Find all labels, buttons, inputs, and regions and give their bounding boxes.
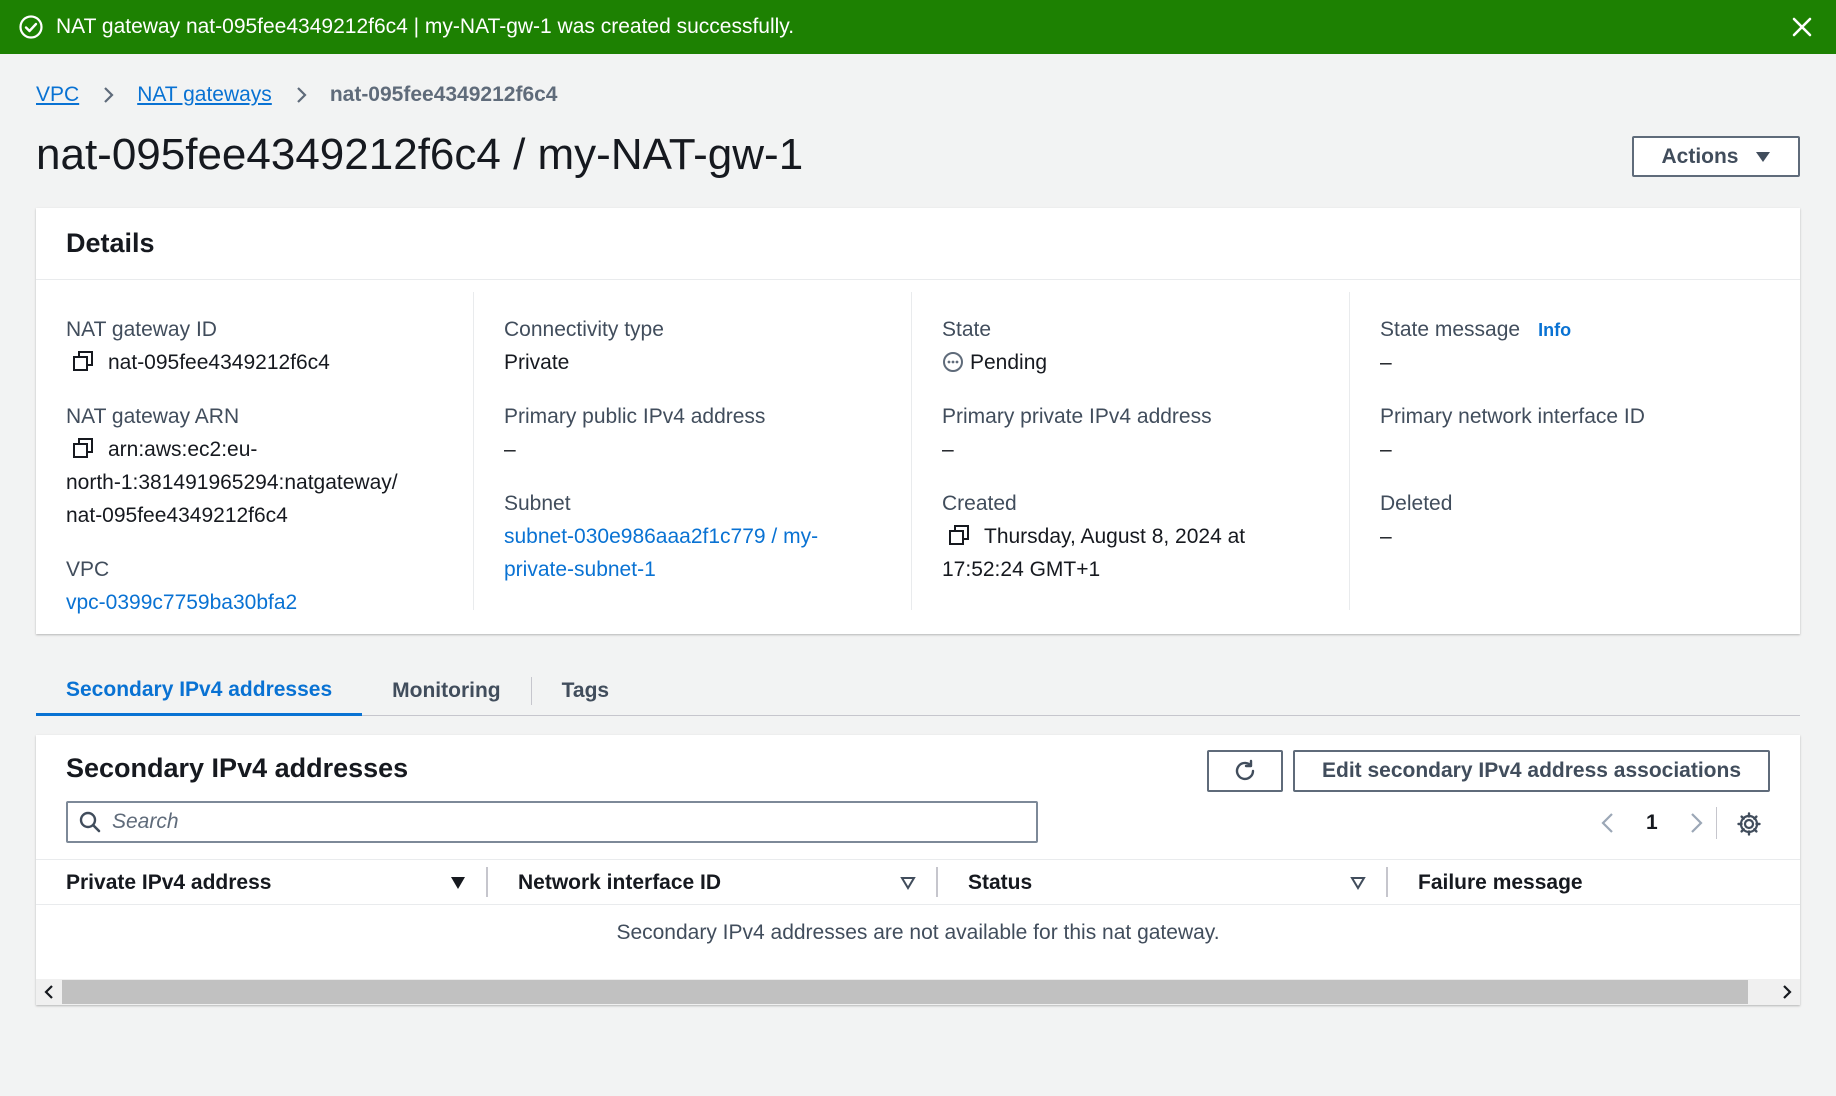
state-message-value: – <box>1380 351 1392 374</box>
state-message-label: State message <box>1380 318 1521 341</box>
success-flash-banner: NAT gateway nat-095fee4349212f6c4 | my-N… <box>0 0 1836 54</box>
details-panel: Details NAT gateway ID nat-095fee4349212… <box>36 208 1800 634</box>
breadcrumb: VPC NAT gateways nat-095fee4349212f6c4 <box>36 80 557 110</box>
tab-secondary-ipv4[interactable]: Secondary IPv4 addresses <box>36 666 363 716</box>
copy-icon[interactable] <box>948 524 970 546</box>
tab-tags[interactable]: Tags <box>532 666 639 716</box>
scroll-left-icon[interactable] <box>36 979 62 1005</box>
column-header-status[interactable]: Status <box>938 860 1386 906</box>
empty-table-message: Secondary IPv4 addresses are not availab… <box>616 921 1220 944</box>
chevron-left-icon[interactable] <box>1596 811 1620 835</box>
state-value: Pending <box>970 351 1048 374</box>
column-header-failure-message[interactable]: Failure message <box>1388 860 1798 906</box>
gear-icon[interactable] <box>1736 811 1762 837</box>
chevron-right-icon[interactable] <box>1684 811 1708 835</box>
refresh-icon <box>1232 758 1258 784</box>
breadcrumb-nat-gateways-link[interactable]: NAT gateways <box>137 83 272 107</box>
refresh-button[interactable] <box>1207 750 1283 792</box>
subnet-link-line1[interactable]: subnet-030e986aaa2f1c779 / my- <box>504 520 881 553</box>
pager-divider <box>1716 807 1717 839</box>
search-field[interactable] <box>66 801 1038 843</box>
search-input[interactable] <box>112 810 1012 834</box>
details-title: Details <box>36 208 1800 280</box>
actions-dropdown-button[interactable]: Actions <box>1632 136 1800 177</box>
details-column-2: Connectivity type Private Primary public… <box>474 292 912 610</box>
subnet-label: Subnet <box>504 492 571 515</box>
column-header-network-interface-id[interactable]: Network interface ID <box>488 860 936 906</box>
tab-monitoring[interactable]: Monitoring <box>362 666 530 716</box>
pagination: 1 <box>1596 805 1708 841</box>
connectivity-type-value: Private <box>504 351 570 374</box>
chevron-right-icon <box>292 86 310 104</box>
details-column-1: NAT gateway ID nat-095fee4349212f6c4 NAT… <box>36 292 474 614</box>
details-column-3: State Pending Primary private IPv4 addre… <box>912 292 1350 610</box>
secondary-ipv4-title: Secondary IPv4 addresses <box>66 753 409 783</box>
column-label: Network interface ID <box>518 871 722 894</box>
scroll-right-icon[interactable] <box>1774 979 1800 1005</box>
primary-private-ipv4-value: – <box>942 438 954 461</box>
edit-secondary-ipv4-button[interactable]: Edit secondary IPv4 address associations <box>1293 750 1770 792</box>
page-title: nat-095fee4349212f6c4 / my-NAT-gw-1 <box>36 130 804 179</box>
vpc-link[interactable]: vpc-0399c7759ba30bfa2 <box>66 586 443 619</box>
search-icon <box>78 810 102 834</box>
primary-public-ipv4-value: – <box>504 438 516 461</box>
primary-eni-label: Primary network interface ID <box>1380 405 1645 428</box>
actions-label: Actions <box>1661 144 1739 168</box>
page-number[interactable]: 1 <box>1646 811 1658 835</box>
nat-gateway-arn-value-line1: arn:aws:ec2:eu- <box>108 438 258 461</box>
state-label: State <box>942 318 992 341</box>
nat-gateway-arn-value-line2: north-1:381491965294:natgateway/ <box>66 471 398 494</box>
flash-message: NAT gateway nat-095fee4349212f6c4 | my-N… <box>56 15 795 38</box>
pending-status-icon <box>942 351 964 373</box>
vpc-label: VPC <box>66 558 110 581</box>
column-header-private-ipv4[interactable]: Private IPv4 address <box>36 860 486 906</box>
column-label: Private IPv4 address <box>66 871 272 894</box>
secondary-ipv4-panel: Secondary IPv4 addresses Edit secondary … <box>36 735 1800 1005</box>
breadcrumb-vpc-link[interactable]: VPC <box>36 83 79 107</box>
primary-eni-value: – <box>1380 438 1392 461</box>
tab-bar: Secondary IPv4 addresses Monitoring Tags <box>36 666 1800 716</box>
deleted-label: Deleted <box>1380 492 1453 515</box>
nat-gateway-arn-value-line3: nat-095fee4349212f6c4 <box>66 504 288 527</box>
column-label: Failure message <box>1418 871 1583 894</box>
copy-icon[interactable] <box>72 437 94 459</box>
caret-down-icon <box>1755 151 1771 163</box>
created-value-line1: Thursday, August 8, 2024 at <box>984 525 1246 548</box>
horizontal-scrollbar[interactable] <box>36 979 1800 1005</box>
primary-public-ipv4-label: Primary public IPv4 address <box>504 405 766 428</box>
created-label: Created <box>942 492 1017 515</box>
sort-caret-icon <box>900 876 916 890</box>
sort-caret-icon <box>1350 876 1366 890</box>
check-circle-icon <box>18 14 44 40</box>
scrollbar-thumb[interactable] <box>62 980 1748 1004</box>
nat-gateway-id-label: NAT gateway ID <box>66 318 217 341</box>
table-header: Private IPv4 address Network interface I… <box>36 859 1800 905</box>
sort-desc-icon <box>450 876 466 890</box>
primary-private-ipv4-label: Primary private IPv4 address <box>942 405 1212 428</box>
chevron-right-icon <box>99 86 117 104</box>
nat-gateway-id-value: nat-095fee4349212f6c4 <box>108 351 330 374</box>
close-icon[interactable] <box>1788 13 1816 41</box>
nat-gateway-arn-label: NAT gateway ARN <box>66 405 240 428</box>
copy-icon[interactable] <box>72 350 94 372</box>
created-value-line2: 17:52:24 GMT+1 <box>942 558 1101 581</box>
deleted-value: – <box>1380 525 1392 548</box>
column-label: Status <box>968 871 1033 894</box>
subnet-link-line2[interactable]: private-subnet-1 <box>504 553 881 586</box>
breadcrumb-current: nat-095fee4349212f6c4 <box>329 83 558 106</box>
connectivity-type-label: Connectivity type <box>504 318 664 341</box>
info-link[interactable]: Info <box>1538 314 1571 346</box>
details-column-4: State message Info – Primary network int… <box>1350 292 1788 610</box>
